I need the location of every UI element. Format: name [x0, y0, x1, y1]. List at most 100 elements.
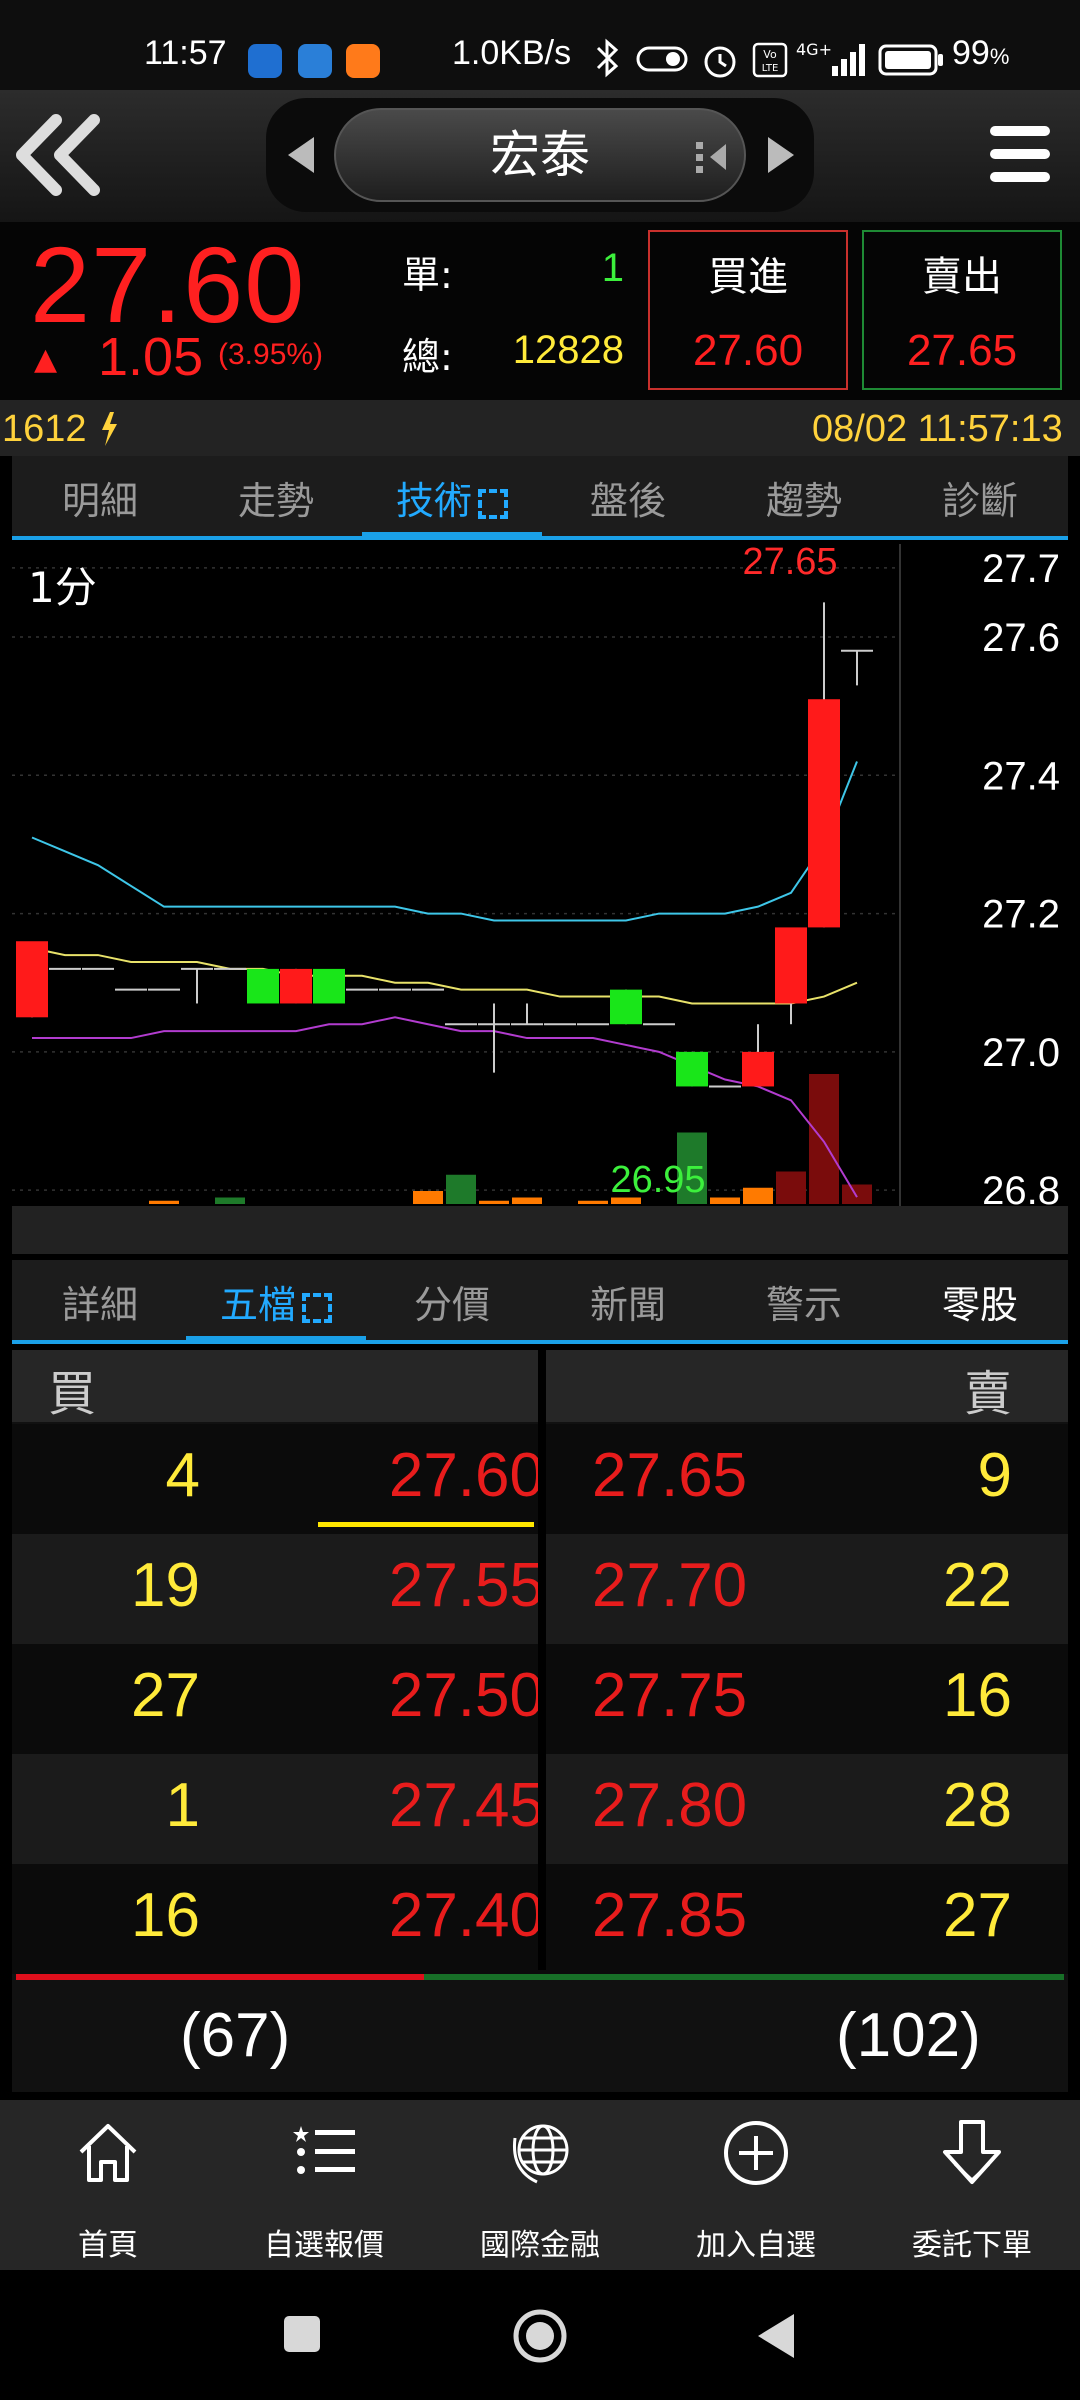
- tab-momentum[interactable]: 趨勢: [716, 470, 892, 525]
- bottom-nav: 首頁 自選報價 國際金融 加入自選 委託下單: [0, 2100, 1080, 2270]
- next-stock-button[interactable]: [764, 134, 798, 176]
- bid-quantity: 19: [131, 1551, 200, 1620]
- sell-price: 27.65: [906, 326, 1018, 375]
- svg-text:Vo: Vo: [763, 48, 777, 61]
- battery-icon: [878, 44, 943, 76]
- tab-after-hours[interactable]: 盤後: [540, 470, 716, 525]
- bid-price[interactable]: 27.50: [389, 1660, 544, 1731]
- up-arrow-icon: ▲: [34, 342, 58, 377]
- down-arrow-icon: [943, 2120, 1001, 2184]
- network-type: 4G+: [796, 40, 832, 59]
- candle-body: [247, 968, 279, 1004]
- tab-details[interactable]: 詳細: [12, 1274, 188, 1329]
- nav-watchlist[interactable]: 自選報價: [216, 2118, 432, 2264]
- quote-datetime: 08/02 11:57:13: [812, 408, 1063, 450]
- stock-name-pill[interactable]: 宏泰: [334, 108, 746, 202]
- active-tab-indicator: [186, 1336, 366, 1344]
- y-tick-label: 27.4: [982, 754, 1060, 798]
- single-volume-value: 1: [601, 246, 624, 290]
- max-price-label: 27.65: [742, 544, 837, 583]
- lightning-icon: [102, 412, 117, 446]
- volume-bar: [710, 1197, 740, 1204]
- globe-icon: [512, 2124, 569, 2184]
- svg-text:LTE: LTE: [762, 63, 779, 74]
- ask-price[interactable]: 27.65: [592, 1440, 747, 1511]
- chart-scrollbar[interactable]: [12, 1206, 1068, 1254]
- stock-code: 1612: [2, 408, 87, 450]
- tab-odd-lot[interactable]: 零股: [892, 1274, 1068, 1329]
- ma-mid-line: [31, 947, 858, 1005]
- sell-button[interactable]: 賣出 27.65: [862, 230, 1062, 390]
- volume-bar: [578, 1200, 608, 1204]
- buy-price: 27.60: [692, 326, 804, 375]
- bid-price[interactable]: 27.60: [389, 1440, 544, 1511]
- ask-price[interactable]: 27.75: [592, 1660, 747, 1731]
- chart-canvas: 27.727.627.427.227.026.827.6526.95: [12, 541, 1060, 1214]
- link-icon: [636, 46, 688, 72]
- ma-slow-line: [32, 1016, 858, 1198]
- ask-quantity: 22: [943, 1551, 1012, 1620]
- tab-price-volume[interactable]: 分價: [364, 1274, 540, 1329]
- nav-home-label: 首頁: [78, 2228, 138, 2263]
- app-notification-icon: [248, 44, 282, 78]
- order-book: 買 賣 4 27.60 27.65 9 19 27.55 27.70 22 27 27.50 27.…: [12, 1350, 1068, 2092]
- volume-bar: [149, 1200, 179, 1204]
- app-notification-icon: [298, 44, 332, 78]
- candle-body: [280, 968, 312, 1004]
- ask-price[interactable]: 27.70: [592, 1550, 747, 1621]
- tab-technical[interactable]: 技術: [364, 470, 540, 525]
- tab-news[interactable]: 新聞: [540, 1274, 716, 1329]
- candle-body: [313, 968, 345, 1004]
- candle-body: [775, 927, 807, 1004]
- info-row: 1612 08/02 11:57:13: [0, 400, 1080, 456]
- tab-diagnosis[interactable]: 診斷: [892, 470, 1068, 525]
- home-button[interactable]: [512, 2308, 568, 2364]
- hamburger-icon-bar: [990, 126, 1050, 136]
- header-bar: 宏泰: [0, 90, 1080, 222]
- battery-level: 99%: [952, 34, 1010, 72]
- bid-total: (67): [180, 2001, 291, 2070]
- volume-bar: [842, 1184, 872, 1204]
- nav-international[interactable]: 國際金融: [432, 2118, 648, 2264]
- tab-five-levels[interactable]: 五檔: [188, 1274, 364, 1329]
- volume-bar: [776, 1171, 806, 1204]
- nav-home[interactable]: 首頁: [0, 2118, 216, 2264]
- prev-stock-button[interactable]: [284, 134, 318, 176]
- nav-order-label: 委託下單: [912, 2228, 1032, 2263]
- nav-add-watchlist[interactable]: 加入自選: [648, 2118, 864, 2264]
- back-nav-button[interactable]: [754, 2312, 796, 2360]
- double-chevron-left-icon: [16, 114, 100, 196]
- menu-button[interactable]: [990, 126, 1050, 186]
- interval-label[interactable]: 1分: [28, 554, 97, 615]
- volume-bar: [446, 1174, 476, 1204]
- nav-order[interactable]: 委託下單: [864, 2118, 1080, 2264]
- bid-price[interactable]: 27.40: [389, 1880, 544, 1951]
- stock-name: 宏泰: [490, 126, 590, 184]
- bid-price[interactable]: 27.45: [389, 1770, 544, 1841]
- nav-add-watchlist-label: 加入自選: [696, 2228, 816, 2263]
- active-tab-indicator: [362, 532, 542, 540]
- ask-header: 賣: [964, 1366, 1013, 1422]
- tab-detail[interactable]: 明細: [12, 470, 188, 525]
- tab-alerts[interactable]: 警示: [716, 1274, 892, 1329]
- recents-button[interactable]: [282, 2314, 322, 2354]
- ask-price[interactable]: 27.85: [592, 1880, 747, 1951]
- list-star-icon: [293, 2126, 355, 2174]
- candle-body: [16, 941, 48, 1018]
- quote-panel: 27.60 ▲ 1.05 (3.95%) 單: 1 總: 12828 買進 27…: [0, 222, 1080, 400]
- tab-trend[interactable]: 走勢: [188, 470, 364, 525]
- candlestick-chart[interactable]: 27.7 27.6 27.4 27.2 27.0 26.8 27.65 26.95 1分: [12, 541, 1068, 1214]
- volume-bar: [809, 1074, 839, 1204]
- stock-switch-icon: [696, 142, 726, 173]
- price-change-percent: (3.95%): [218, 338, 324, 371]
- back-button[interactable]: [10, 110, 110, 200]
- buy-button[interactable]: 買進 27.60: [648, 230, 848, 390]
- ask-price[interactable]: 27.80: [592, 1770, 747, 1841]
- candle-body: [676, 1051, 708, 1087]
- bid-quantity: 4: [165, 1441, 200, 1510]
- volte-icon: Vo LTE: [752, 42, 788, 78]
- bid-price[interactable]: 27.55: [389, 1550, 544, 1621]
- status-time: 11:57: [144, 34, 227, 72]
- system-nav-bar: [0, 2270, 1080, 2400]
- candle-body: [742, 1051, 774, 1087]
